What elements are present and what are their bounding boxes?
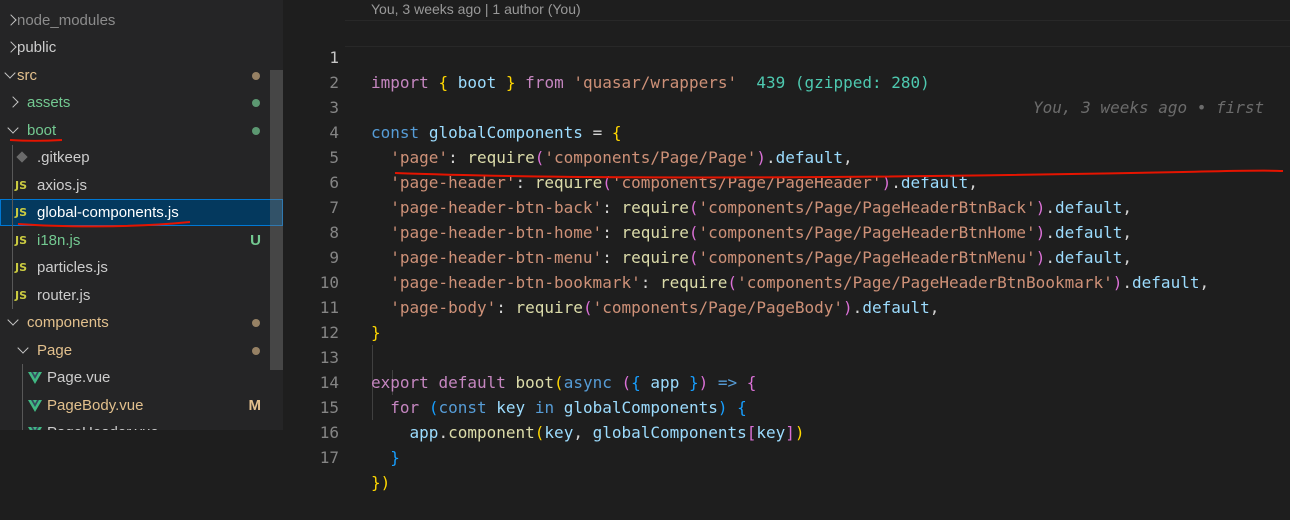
tree-item-page-vue[interactable]: Page.vue [0, 364, 283, 391]
tree-item-src[interactable]: src [0, 62, 283, 89]
js-file-icon: JS [15, 261, 28, 274]
js-file-icon: JS [15, 179, 28, 192]
code-line-6[interactable]: 6 'page-header-btn-back': require('compo… [283, 145, 1290, 217]
vue-file-icon [28, 400, 42, 412]
tree-indent-guide [12, 145, 13, 309]
tree-item-axios-js[interactable]: JS axios.js [0, 172, 283, 199]
tree-item-label: router.js [37, 287, 91, 304]
tree-item-label: Page.vue [47, 369, 111, 386]
code-line-15[interactable]: 15 app.component(key, globalComponents[k… [283, 370, 1290, 442]
code-line-11[interactable]: 11 } [283, 270, 1290, 342]
chevron-down-icon [7, 122, 19, 134]
untracked-dot-icon [252, 127, 260, 135]
tree-indent-guide [22, 364, 23, 430]
tree-item-public[interactable]: public [0, 34, 283, 61]
tree-item-boot[interactable]: boot [0, 117, 283, 144]
tree-item-label: node_modules [17, 12, 116, 29]
code-line-8[interactable]: 8 'page-header-btn-menu': require('compo… [283, 195, 1290, 267]
tree-item-i18n-js[interactable]: JS i18n.js U [0, 227, 283, 254]
line-number: 17 [319, 448, 339, 467]
code-line-4[interactable]: 4 'page': require('components/Page/Page'… [283, 95, 1290, 167]
code-line-1[interactable]: 1 import { boot } from 'quasar/wrappers'… [283, 20, 1290, 117]
tree-item-page-folder[interactable]: Page [0, 337, 283, 364]
code-line-3[interactable]: 3 const globalComponents = { [283, 70, 1290, 142]
code-line-14[interactable]: 14 for (const key in globalComponents) { [283, 345, 1290, 417]
untracked-dot-icon [252, 99, 260, 107]
code-text: }) [371, 473, 391, 492]
js-file-icon: JS [15, 206, 28, 219]
chevron-down-icon [4, 67, 16, 79]
code-line-10[interactable]: 10 'page-body': require('components/Page… [283, 245, 1290, 317]
chevron-down-icon [17, 342, 29, 354]
tree-item-label: global-components.js [37, 204, 179, 221]
tree-item-label: assets [27, 94, 71, 111]
js-file-icon: JS [15, 289, 28, 302]
tree-item-label: axios.js [37, 177, 88, 194]
tree-item-router-js[interactable]: JS router.js [0, 282, 283, 309]
tree-item-label: components [27, 314, 109, 331]
tree-item-pagebody-vue[interactable]: PageBody.vue M [0, 392, 283, 419]
code-line-12[interactable]: 12 [283, 295, 1290, 342]
tree-item-pageheader-vue[interactable]: PageHeader.vue [0, 419, 283, 430]
code-line-9[interactable]: 9 'page-header-btn-bookmark': require('c… [283, 220, 1290, 292]
code-line-13[interactable]: 13 export default boot(async ({ app }) =… [283, 320, 1290, 392]
chevron-right-icon [5, 41, 17, 53]
modified-dot-icon [252, 72, 260, 80]
code-text: } [390, 448, 400, 467]
code-line-16[interactable]: 16 } [283, 395, 1290, 467]
explorer-sidebar: node_modules public src assets boot .git… [0, 0, 283, 430]
chevron-right-icon [5, 14, 17, 26]
tree-item-global-components-js[interactable]: JS global-components.js [0, 199, 283, 226]
tree-item-label: particles.js [37, 259, 108, 276]
tree-item-label: i18n.js [37, 232, 81, 249]
tree-item-label: PageHeader.vue [47, 419, 159, 430]
file-icon [16, 151, 28, 163]
git-status-badge: M [248, 397, 262, 414]
tree-item-node-modules[interactable]: node_modules [0, 7, 283, 34]
tree-item-label: Page [37, 342, 73, 359]
tree-item-gitkeep[interactable]: .gitkeep [0, 144, 283, 171]
vue-file-icon [28, 372, 42, 384]
tree-item-label: .gitkeep [37, 149, 90, 166]
code-editor[interactable]: You, 3 weeks ago | 1 author (You) 1 impo… [283, 0, 1290, 492]
code-line-7[interactable]: 7 'page-header-btn-home': require('compo… [283, 170, 1290, 242]
tree-item-components[interactable]: components [0, 309, 283, 336]
sidebar-scrollbar[interactable] [270, 70, 283, 370]
tree-item-particles-js[interactable]: JS particles.js [0, 254, 283, 281]
tree-item-assets[interactable]: assets [0, 89, 283, 116]
js-file-icon: JS [15, 234, 28, 247]
chevron-down-icon [7, 314, 19, 326]
modified-dot-icon [252, 319, 260, 327]
code-line-5[interactable]: 5 'page-header': require('components/Pag… [283, 120, 1290, 192]
tree-item-label: boot [27, 122, 57, 139]
code-line-2[interactable]: 2 [283, 45, 1290, 92]
code-line-17[interactable]: 17 }) [283, 420, 1290, 492]
git-status-badge: U [250, 232, 261, 249]
tree-item-label: public [17, 39, 57, 56]
codelens-blame[interactable]: You, 3 weeks ago | 1 author (You) [371, 0, 581, 20]
tree-item-label: src [17, 67, 37, 84]
tree-item-label: PageBody.vue [47, 397, 144, 414]
chevron-right-icon [7, 96, 19, 108]
modified-dot-icon [252, 347, 260, 355]
